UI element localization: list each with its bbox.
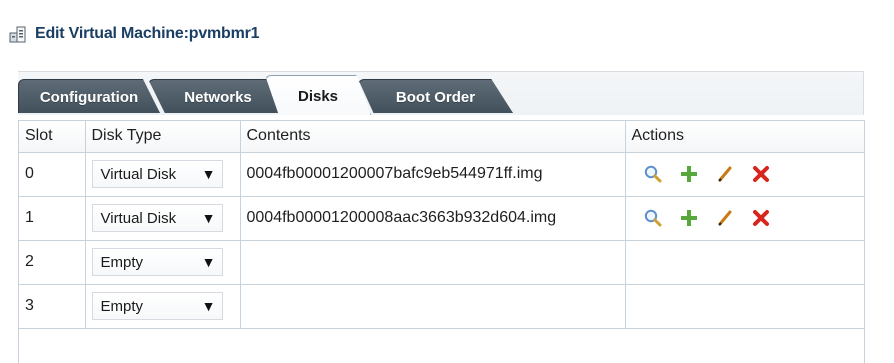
disk-type-cell: Empty ▼ bbox=[85, 284, 241, 329]
disk-type-column-header: Disk Type bbox=[85, 121, 241, 153]
contents-cell bbox=[240, 240, 626, 285]
contents-cell bbox=[240, 284, 626, 329]
plus-icon[interactable] bbox=[678, 163, 700, 185]
disk-type-value: Virtual Disk bbox=[100, 209, 177, 227]
tab-disks[interactable]: Disks bbox=[265, 75, 371, 115]
disk-type-value: Virtual Disk bbox=[100, 165, 177, 183]
contents-column-header: Contents bbox=[240, 121, 626, 153]
search-icon[interactable] bbox=[642, 163, 664, 185]
disk-type-cell: Empty ▼ bbox=[85, 240, 241, 285]
dropdown-arrow-icon: ▼ bbox=[201, 166, 216, 182]
disk-type-cell: Virtual Disk ▼ bbox=[85, 196, 241, 241]
table-row: 1 Virtual Disk ▼ 0004fb00001200008aac366… bbox=[19, 196, 864, 241]
tab-label: Boot Order bbox=[395, 89, 476, 106]
vm-icon bbox=[9, 25, 27, 43]
disk-type-select[interactable]: Empty ▼ bbox=[91, 292, 223, 320]
tab-label: Disks bbox=[297, 88, 339, 105]
actions-cell bbox=[625, 152, 864, 197]
actions-cell bbox=[625, 196, 864, 241]
edit-icon[interactable] bbox=[714, 163, 736, 185]
slot-cell: 2 bbox=[19, 240, 86, 285]
table-row: 3 Empty ▼ bbox=[19, 284, 864, 329]
slot-cell: 1 bbox=[19, 196, 86, 241]
tab-label: Networks bbox=[184, 89, 252, 106]
table-header-row: Slot Disk Type Contents Actions bbox=[19, 121, 864, 153]
edit-icon[interactable] bbox=[714, 207, 736, 229]
search-icon[interactable] bbox=[642, 207, 664, 229]
disk-type-cell: Virtual Disk ▼ bbox=[85, 152, 241, 197]
tab-networks[interactable]: Networks bbox=[148, 79, 288, 113]
actions-cell bbox=[625, 284, 864, 329]
slot-column-header: Slot bbox=[19, 121, 86, 153]
plus-icon[interactable] bbox=[678, 207, 700, 229]
disk-type-select[interactable]: Empty ▼ bbox=[91, 248, 223, 276]
tab-strip: Configuration Networks Disks Boot Order bbox=[18, 71, 864, 115]
tab-configuration[interactable]: Configuration bbox=[18, 79, 160, 113]
table-row: 2 Empty ▼ bbox=[19, 240, 864, 285]
table-row: 0 Virtual Disk ▼ 0004fb00001200007bafc9e… bbox=[19, 152, 864, 197]
page-header: Edit Virtual Machine:pvmbmr1 bbox=[9, 23, 260, 45]
page-title: Edit Virtual Machine:pvmbmr1 bbox=[35, 25, 260, 42]
disks-table: Slot Disk Type Contents Actions 0 Virtua… bbox=[19, 121, 864, 329]
actions-cell bbox=[625, 240, 864, 285]
disks-table-container: Slot Disk Type Contents Actions 0 Virtua… bbox=[18, 120, 865, 363]
slot-cell: 3 bbox=[19, 284, 86, 329]
contents-cell: 0004fb00001200008aac3663b932d604.img bbox=[240, 196, 626, 241]
row-actions bbox=[632, 207, 864, 229]
dropdown-arrow-icon: ▼ bbox=[201, 254, 216, 270]
disk-type-select[interactable]: Virtual Disk ▼ bbox=[91, 160, 223, 188]
tab-boot-order[interactable]: Boot Order bbox=[358, 79, 513, 113]
dropdown-arrow-icon: ▼ bbox=[201, 298, 216, 314]
disk-type-select[interactable]: Virtual Disk ▼ bbox=[91, 204, 223, 232]
disk-type-value: Empty bbox=[100, 297, 144, 315]
actions-column-header: Actions bbox=[625, 121, 864, 153]
slot-cell: 0 bbox=[19, 152, 86, 197]
delete-icon[interactable] bbox=[750, 207, 772, 229]
dropdown-arrow-icon: ▼ bbox=[201, 210, 216, 226]
disk-type-value: Empty bbox=[100, 253, 144, 271]
tab-label: Configuration bbox=[39, 89, 139, 106]
contents-cell: 0004fb00001200007bafc9eb544971ff.img bbox=[240, 152, 626, 197]
delete-icon[interactable] bbox=[750, 163, 772, 185]
row-actions bbox=[632, 163, 864, 185]
